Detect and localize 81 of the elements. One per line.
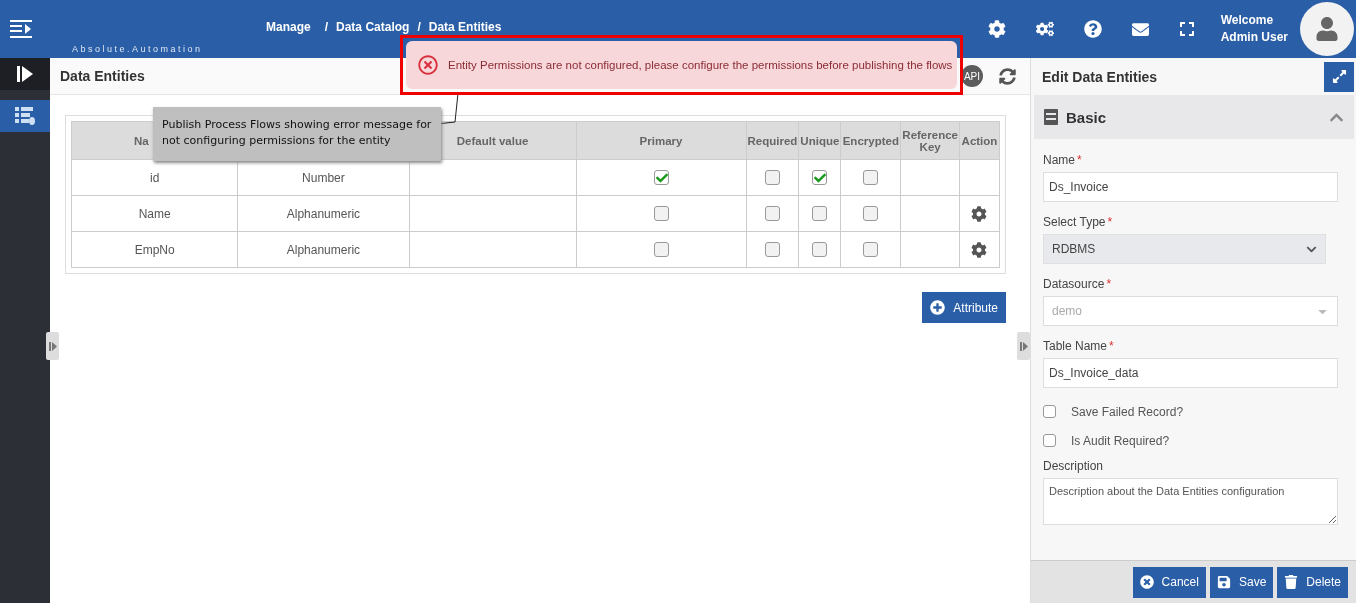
breadcrumb-link[interactable]: Data Catalog <box>336 20 410 34</box>
checkbox[interactable] <box>653 242 669 258</box>
gears-icon[interactable] <box>1035 20 1054 38</box>
fullscreen-icon[interactable] <box>1178 21 1195 37</box>
expand-button[interactable] <box>1324 61 1354 92</box>
field-label: Table Name <box>1043 339 1108 353</box>
select-field[interactable]: RDBMS <box>1043 234 1327 264</box>
required-mark: * <box>1107 215 1113 229</box>
description-field[interactable]: Description about the Data Entities configuration <box>1043 478 1338 525</box>
checkbox[interactable] <box>764 170 780 186</box>
checkbox[interactable] <box>812 206 828 222</box>
welcome-text: Welcome <box>1220 12 1275 29</box>
required-mark: * <box>1077 153 1082 167</box>
error-icon <box>418 55 438 75</box>
annotation-callout: Publish Process Flows showing error message for not configuring permissions for the entity <box>153 107 441 161</box>
menu-icon[interactable] <box>10 20 32 38</box>
expand-sidebar-icon[interactable] <box>17 66 33 82</box>
api-button[interactable]: API <box>961 65 983 87</box>
column-header: Primary <box>576 121 746 160</box>
settings-icon[interactable] <box>971 205 988 222</box>
save-button[interactable]: Save <box>1209 566 1274 598</box>
table-cell: Alphanumeric <box>237 195 410 232</box>
checkbox[interactable] <box>812 242 828 258</box>
form-icon <box>1044 109 1058 125</box>
field-label: Description <box>1043 459 1104 473</box>
user-name: Admin User <box>1220 29 1288 46</box>
checkbox[interactable] <box>653 206 669 222</box>
column-header: Unique <box>798 121 841 160</box>
error-message: Entity Permissions are not configured, please configure the permissions before publishing the flows <box>448 59 953 71</box>
field-label: Select Type <box>1043 215 1106 229</box>
table-cell: Name <box>71 195 238 232</box>
collapse-handle-icon <box>48 341 57 351</box>
logo-tagline: Absolute.Automation <box>72 44 203 54</box>
checkbox[interactable] <box>863 206 879 222</box>
text-field[interactable]: Ds_Invoice_data <box>1043 358 1338 388</box>
checkbox[interactable] <box>764 206 780 222</box>
field-label: Datasource <box>1043 277 1105 291</box>
checkbox[interactable] <box>764 242 780 258</box>
checkbox-label: Is Audit Required? <box>1071 433 1170 448</box>
close-icon <box>1139 575 1154 589</box>
checkbox-label: Save Failed Record? <box>1071 404 1184 419</box>
column-header: Action <box>959 121 1000 160</box>
field-label: Name <box>1043 153 1075 167</box>
text-field[interactable]: Ds_Invoice <box>1043 172 1338 202</box>
required-mark: * <box>1109 339 1114 353</box>
cancel-button[interactable]: Cancel <box>1132 566 1206 598</box>
checkbox[interactable] <box>1043 434 1056 447</box>
checkbox[interactable] <box>863 170 879 186</box>
user-icon <box>1315 17 1339 41</box>
table-cell: Alphanumeric <box>237 231 410 268</box>
table-list-icon[interactable] <box>15 107 35 125</box>
checkbox[interactable] <box>653 170 669 186</box>
checkbox[interactable] <box>812 170 828 186</box>
collapse-handle-icon <box>1019 341 1028 351</box>
page-title: Data Entities <box>60 68 145 84</box>
breadcrumb-link[interactable]: Manage <box>266 20 311 34</box>
column-header: Required <box>746 121 799 160</box>
refresh-icon[interactable] <box>999 67 1016 85</box>
column-header: Reference Key <box>900 121 960 160</box>
table-cell: EmpNo <box>71 231 238 268</box>
help-icon[interactable] <box>1083 20 1102 38</box>
required-mark: * <box>1106 277 1112 291</box>
add-attribute-button[interactable]: Attribute <box>922 292 1006 323</box>
delete-button[interactable]: Delete <box>1277 566 1348 598</box>
section-header[interactable]: Basic <box>1034 95 1354 139</box>
section-title: Basic <box>1066 108 1108 126</box>
expand-icon <box>1331 69 1347 84</box>
trash-icon <box>1284 575 1299 589</box>
mail-icon[interactable] <box>1131 20 1149 38</box>
breadcrumb-separator: / <box>417 20 421 34</box>
checkbox[interactable] <box>863 242 879 258</box>
plus-icon <box>930 300 946 315</box>
user-avatar[interactable] <box>1300 2 1354 56</box>
column-header: Encrypted <box>840 121 901 160</box>
save-icon <box>1216 575 1231 589</box>
breadcrumb-link[interactable]: Data Entities <box>428 20 502 34</box>
settings-icon[interactable] <box>987 20 1006 38</box>
checkbox[interactable] <box>1043 405 1056 418</box>
breadcrumb-separator: / <box>324 20 329 34</box>
panel-title: Edit Data Entities <box>1042 68 1158 85</box>
settings-icon[interactable] <box>971 241 988 258</box>
